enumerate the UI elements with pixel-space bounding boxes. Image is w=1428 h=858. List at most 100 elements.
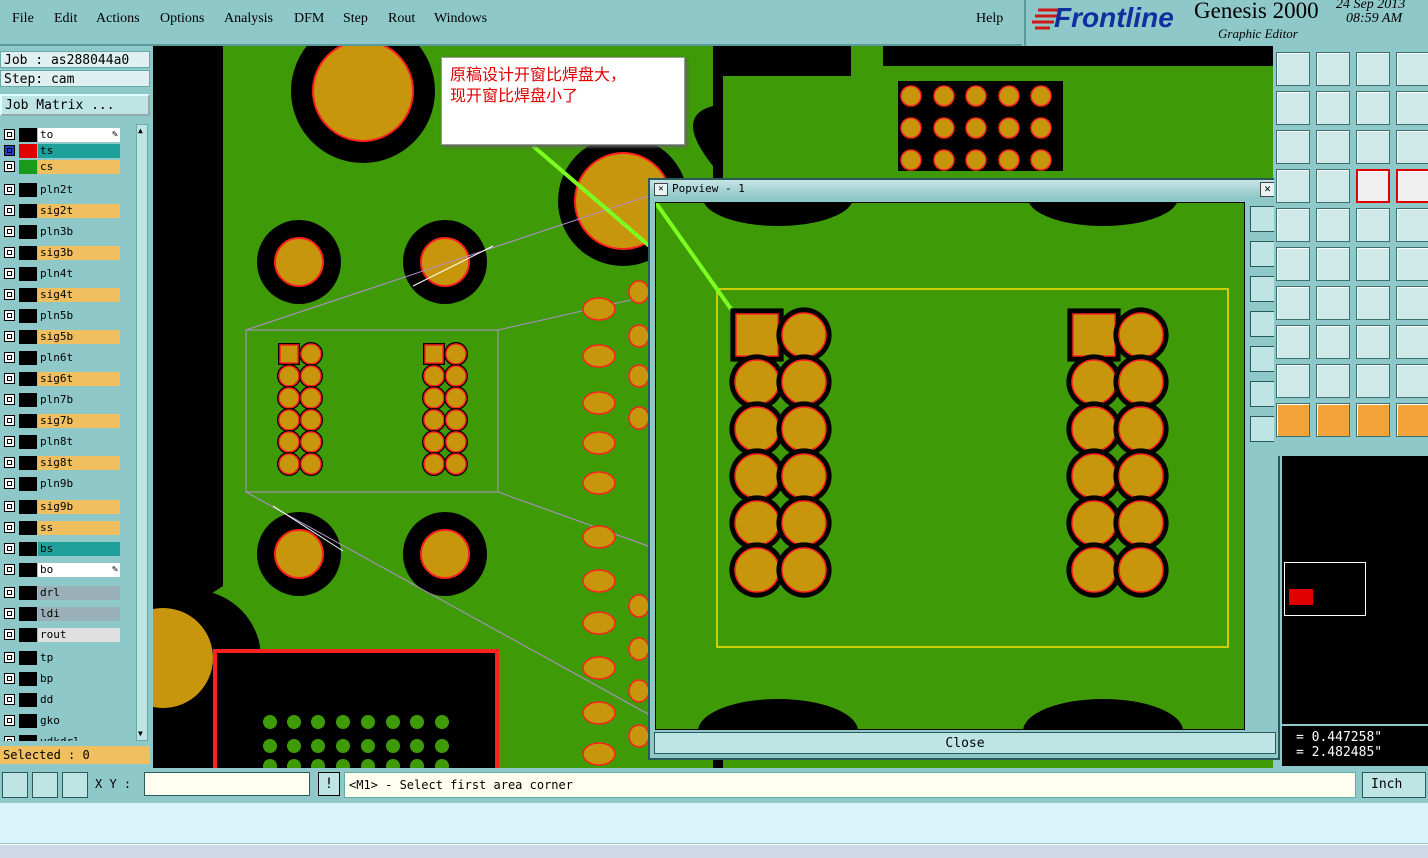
- layer-checkbox[interactable]: [4, 673, 15, 684]
- select3-icon[interactable]: [1356, 403, 1390, 437]
- layer-checkbox[interactable]: [4, 501, 15, 512]
- menu-actions[interactable]: Actions: [96, 11, 140, 27]
- layer-row-pln2t[interactable]: pln2t: [4, 183, 121, 197]
- layer-checkbox[interactable]: [4, 145, 15, 156]
- cross-icon[interactable]: [1316, 247, 1350, 281]
- layer-name[interactable]: pln3b: [38, 225, 120, 239]
- select4-icon[interactable]: [1396, 403, 1428, 437]
- step-down-icon[interactable]: [1316, 52, 1350, 86]
- layer-name[interactable]: pln5b: [38, 309, 120, 323]
- circle-icon[interactable]: [1396, 208, 1428, 242]
- zoom-home-icon[interactable]: [1250, 381, 1276, 407]
- layer-name[interactable]: pln7b: [38, 393, 120, 407]
- layer-row-gko[interactable]: gko: [4, 714, 121, 728]
- pan-right-icon[interactable]: [1316, 91, 1350, 125]
- layer-row-pln5b[interactable]: pln5b: [4, 309, 121, 323]
- join-icon[interactable]: [1276, 325, 1310, 359]
- layer-name[interactable]: bs: [38, 542, 120, 556]
- scroll-up-icon[interactable]: ▲: [138, 126, 146, 136]
- layer-color-swatch[interactable]: [19, 288, 37, 302]
- layer-color-swatch[interactable]: [19, 500, 37, 514]
- arc-icon[interactable]: [1356, 247, 1390, 281]
- grid-icon[interactable]: [1316, 169, 1350, 203]
- layer-color-swatch[interactable]: [19, 714, 37, 728]
- zoom-out-icon[interactable]: [1250, 276, 1276, 302]
- layer-color-swatch[interactable]: [19, 144, 37, 158]
- menu-analysis[interactable]: Analysis: [224, 11, 273, 27]
- select-icon[interactable]: [1276, 403, 1310, 437]
- snap-icon[interactable]: [1276, 169, 1310, 203]
- layer-name[interactable]: sig3b: [38, 246, 120, 260]
- layer-row-pln3b[interactable]: pln3b: [4, 225, 121, 239]
- layer-checkbox[interactable]: [4, 184, 15, 195]
- layer-color-swatch[interactable]: [19, 435, 37, 449]
- layer-name[interactable]: dd: [38, 693, 120, 707]
- layer-checkbox[interactable]: [4, 457, 15, 468]
- popview-close-button[interactable]: Close: [654, 732, 1276, 754]
- layer-name[interactable]: pln6t: [38, 351, 120, 365]
- layer-checkbox[interactable]: [4, 478, 15, 489]
- layer-checkbox[interactable]: [4, 543, 15, 554]
- layer-color-swatch[interactable]: [19, 330, 37, 344]
- layer-name[interactable]: sig2t: [38, 204, 120, 218]
- layer-color-swatch[interactable]: [19, 735, 37, 741]
- layer-color-swatch[interactable]: [19, 456, 37, 470]
- layer-color-swatch[interactable]: [19, 693, 37, 707]
- layer-row-pln9b[interactable]: pln9b: [4, 477, 121, 491]
- popview-canvas[interactable]: [655, 202, 1245, 730]
- layer-name[interactable]: pln4t: [38, 267, 120, 281]
- layer-row-sig8t[interactable]: sig8t: [4, 456, 121, 470]
- fit-icon[interactable]: [1276, 130, 1310, 164]
- layer-color-swatch[interactable]: [19, 521, 37, 535]
- layer-name[interactable]: pln9b: [38, 477, 120, 491]
- layer-row-pln7b[interactable]: pln7b: [4, 393, 121, 407]
- layer-name[interactable]: rout: [38, 628, 120, 642]
- layer-checkbox[interactable]: [4, 694, 15, 705]
- layer-checkbox[interactable]: [4, 161, 15, 172]
- layer-color-swatch[interactable]: [19, 586, 37, 600]
- snap-icon[interactable]: [2, 772, 28, 798]
- ruler-icon[interactable]: [1356, 208, 1390, 242]
- pad-icon[interactable]: [1276, 208, 1310, 242]
- triangle2-icon[interactable]: [1316, 364, 1350, 398]
- layer-name[interactable]: ydkdrl: [38, 735, 120, 741]
- layer-color-swatch[interactable]: [19, 160, 37, 174]
- layer-name[interactable]: bp: [38, 672, 120, 686]
- rotate-icon[interactable]: [1356, 286, 1390, 320]
- layer-color-swatch[interactable]: [19, 672, 37, 686]
- menu-help[interactable]: Help: [976, 11, 1003, 27]
- overview-frame[interactable]: [1284, 562, 1366, 616]
- layer-row-bs[interactable]: bs: [4, 542, 121, 556]
- layer-checkbox[interactable]: [4, 373, 15, 384]
- layer-row-sig4t[interactable]: sig4t: [4, 288, 121, 302]
- layer-checkbox[interactable]: [4, 587, 15, 598]
- pan-back-icon[interactable]: [1356, 91, 1390, 125]
- layer-color-swatch[interactable]: [19, 414, 37, 428]
- pan-right-icon[interactable]: [1250, 346, 1276, 372]
- triangle-icon[interactable]: [1276, 364, 1310, 398]
- layer-row-sig5b[interactable]: sig5b: [4, 330, 121, 344]
- layer-checkbox[interactable]: [4, 289, 15, 300]
- layer-checkbox[interactable]: [4, 436, 15, 447]
- layer-color-swatch[interactable]: [19, 128, 37, 142]
- layer-row-sig7b[interactable]: sig7b: [4, 414, 121, 428]
- bbox-icon[interactable]: [1356, 325, 1390, 359]
- layer-checkbox[interactable]: [4, 608, 15, 619]
- layer-name[interactable]: to ✎: [38, 128, 120, 142]
- layer-color-swatch[interactable]: [19, 372, 37, 386]
- layer-name[interactable]: tp: [38, 651, 120, 665]
- zoom-window-icon[interactable]: [1396, 52, 1428, 86]
- layer-row-pln4t[interactable]: pln4t: [4, 267, 121, 281]
- layer-color-swatch[interactable]: [19, 309, 37, 323]
- layer-name[interactable]: ss: [38, 521, 120, 535]
- layer-checkbox[interactable]: [4, 652, 15, 663]
- layer-name[interactable]: sig8t: [38, 456, 120, 470]
- layer-name[interactable]: sig6t: [38, 372, 120, 386]
- menu-step[interactable]: Step: [343, 11, 368, 27]
- layer-checkbox[interactable]: [4, 331, 15, 342]
- select2-icon[interactable]: [1316, 403, 1350, 437]
- net-icon[interactable]: [1276, 247, 1310, 281]
- units-dropdown[interactable]: Inch: [1362, 772, 1426, 798]
- triangle3-icon[interactable]: [1356, 364, 1390, 398]
- menu-options[interactable]: Options: [160, 11, 204, 27]
